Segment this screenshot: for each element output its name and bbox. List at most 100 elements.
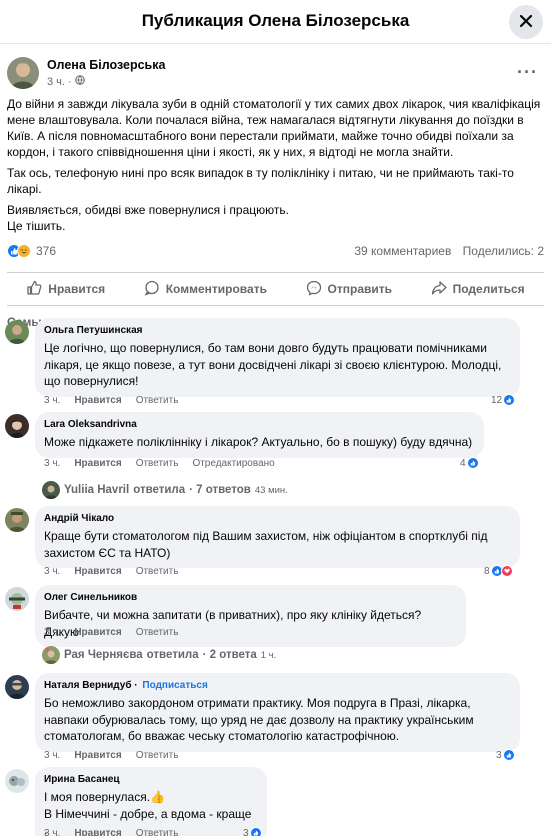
commenter-name[interactable]: Наталя Вернидуб (44, 680, 132, 691)
commenter-avatar[interactable] (5, 414, 29, 438)
replies-count: · 7 ответов (189, 484, 251, 496)
commenter-avatar[interactable] (5, 320, 29, 344)
comment-text: Краще бути стоматологом під Вашим захист… (44, 529, 488, 560)
replies-time: 43 мин. (254, 484, 288, 496)
like-icon (502, 749, 515, 761)
comment-button[interactable]: Комментировать (144, 280, 267, 299)
post-paragraph: Виявляється, обидві вже повернулися і пр… (7, 203, 289, 217)
view-replies-link[interactable]: Yuliia Havril ответила · 7 ответов 43 ми… (42, 481, 288, 499)
replier-name: Рая Черняєва (64, 649, 143, 661)
comment-reaction-count[interactable]: 3 (496, 749, 515, 761)
comment-meta: 3 ч. Нравится Ответить (44, 566, 178, 577)
like-icon (503, 394, 516, 406)
replies-time: 1 ч. (260, 649, 277, 661)
comment-bubble: Lara Oleksandrivna Може підкажете полікл… (35, 412, 484, 458)
replies-verb: ответила (133, 484, 186, 496)
comment-like-button[interactable]: Нравится (74, 627, 121, 638)
comment-text: Бо неможливо закордоном отримати практик… (44, 696, 474, 743)
comment-bubble: Ольга Петушинская Це логічно, що поверну… (35, 318, 520, 397)
like-button[interactable]: Нравится (26, 280, 105, 299)
reactions-count: 376 (36, 244, 57, 258)
comment-like-button[interactable]: Нравится (74, 566, 121, 577)
author-avatar[interactable] (7, 57, 39, 89)
comment-like-button[interactable]: Нравится (74, 458, 121, 469)
comment-meta: 3 ч. Нравится Ответить (44, 750, 178, 761)
replier-avatar (42, 481, 60, 499)
commenter-name-row: Наталя Вернидуб · Подписаться (44, 680, 208, 691)
post-paragraph: До війни я завжди лікувала зуби в одній … (7, 97, 541, 159)
close-button[interactable] (509, 5, 543, 39)
commenter-avatar[interactable] (5, 587, 29, 611)
comment-reaction-number: 12 (491, 394, 503, 406)
like-icon (249, 827, 262, 836)
close-icon (519, 14, 533, 31)
send-button[interactable]: Отправить (306, 280, 392, 299)
commenter-name[interactable]: Ирина Басанец (44, 773, 258, 787)
comment-reaction-count[interactable]: 3 (243, 827, 262, 836)
comment-text: Може підкажете поліклінніку і лікарок? А… (44, 435, 473, 449)
comment-time[interactable]: 3 ч. (44, 395, 60, 406)
comment-edited-label: Отредактировано (192, 458, 275, 469)
commenter-avatar[interactable] (5, 508, 29, 532)
comment-reply-button[interactable]: Ответить (136, 395, 179, 406)
share-icon (431, 280, 447, 299)
send-icon (306, 280, 322, 299)
author-name[interactable]: Олена Білозерська (47, 58, 165, 72)
comment-like-button[interactable]: Нравится (74, 750, 121, 761)
globe-icon (74, 75, 85, 88)
commenter-avatar[interactable] (5, 769, 29, 793)
like-label: Нравится (48, 282, 106, 296)
post-time[interactable]: 3 ч. (47, 76, 65, 88)
reactions-summary[interactable]: 376 (7, 244, 56, 258)
comment-reaction-count[interactable]: 12 (491, 394, 516, 406)
comment-reaction-count[interactable]: 8 (484, 565, 513, 577)
send-label: Отправить (327, 282, 393, 296)
post-paragraph: Це тішить. (7, 219, 66, 233)
commenter-name[interactable]: Lara Oleksandrivna (44, 418, 475, 432)
post: Олена Білозерська 3 ч. · ··· До війни я … (0, 56, 551, 329)
shares-count[interactable]: Поделились: 2 (463, 244, 544, 258)
replier-avatar (42, 646, 60, 664)
replies-verb: ответила (146, 649, 199, 661)
commenter-name[interactable]: Ольга Петушинская (44, 324, 511, 338)
comment-reply-button[interactable]: Ответить (136, 458, 179, 469)
comment-like-button[interactable]: Нравится (74, 395, 121, 406)
comment-meta: 3 ч. Нравится Ответить (44, 627, 178, 638)
comment-reply-button[interactable]: Ответить (136, 627, 179, 638)
comments-count[interactable]: 39 комментариев (354, 244, 451, 258)
comment-like-button[interactable]: Нравится (74, 828, 121, 836)
comment-time[interactable]: 3 ч. (44, 458, 60, 469)
comment-reply-button[interactable]: Ответить (136, 750, 179, 761)
comment-reaction-count[interactable]: 4 (460, 457, 479, 469)
comment-meta: 3 ч. Нравится Ответить Отредактировано (44, 458, 275, 469)
follow-button[interactable]: Подписаться (142, 680, 207, 691)
comment-text: Це логічно, що повернулися, бо там вони … (44, 341, 502, 388)
commenter-avatar[interactable] (5, 675, 29, 699)
comment-time[interactable]: 3 ч. (44, 750, 60, 761)
more-icon[interactable]: ··· (517, 62, 538, 83)
comment-reaction-number: 8 (484, 565, 490, 577)
post-actions: Нравится Комментировать Отправить Подели… (7, 272, 544, 306)
comment-reply-button[interactable]: Ответить (136, 828, 179, 836)
comment-reply-button[interactable]: Ответить (136, 566, 179, 577)
replies-count: · 2 ответа (202, 649, 257, 661)
comment-bubble: Андрій Чікало Краще бути стоматологом пі… (35, 506, 520, 568)
post-text: До війни я завжди лікувала зуби в одній … (7, 96, 544, 234)
comment-reaction-number: 3 (496, 749, 502, 761)
post-paragraph: Так ось, телефоную нині про всяк випадок… (7, 166, 514, 196)
share-button[interactable]: Поделиться (431, 280, 525, 299)
comment-time[interactable]: 3 ч. (44, 566, 60, 577)
post-stats: 376 39 комментариев Поделились: 2 (7, 242, 544, 260)
comment-label: Комментировать (165, 282, 267, 296)
share-label: Поделиться (452, 282, 525, 296)
commenter-name[interactable]: Олег Синельников (44, 591, 457, 605)
comment-meta: 3 ч. Нравится Ответить (44, 395, 178, 406)
dialog-header: Публикация Олена Білозерська (0, 0, 551, 44)
comment-time[interactable]: 3 ч. (44, 828, 60, 836)
comment-icon (144, 280, 160, 299)
replier-name: Yuliia Havril (64, 484, 130, 496)
comment-time[interactable]: 3 ч. (44, 627, 60, 638)
comment-bubble: Наталя Вернидуб · Подписаться Бо неможли… (35, 673, 520, 752)
commenter-name[interactable]: Андрій Чікало (44, 512, 511, 526)
view-replies-link[interactable]: Рая Черняєва ответила · 2 ответа 1 ч. (42, 646, 276, 664)
